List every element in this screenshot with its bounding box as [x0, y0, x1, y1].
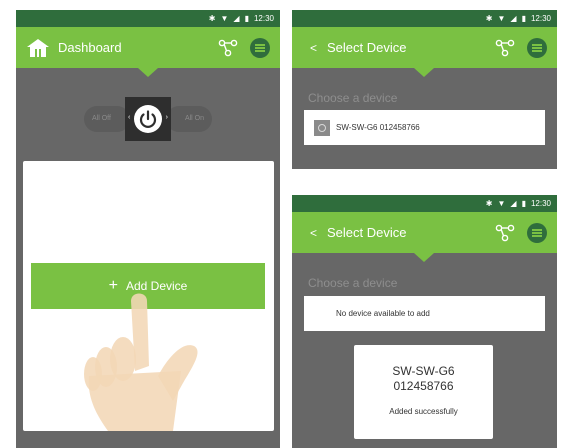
toast-message: Added successfully	[389, 407, 458, 416]
device-name: SW-SW-G6 012458766	[336, 123, 420, 132]
status-time: 12:30	[530, 199, 551, 208]
app-bar: < Select Device	[292, 27, 557, 68]
app-bar-notch	[414, 253, 434, 262]
all-on-label: All On	[184, 115, 204, 122]
device-card: + Add Device	[23, 161, 274, 431]
share-icon[interactable]	[495, 39, 515, 57]
status-bar: ✱ ▼ ◢ ▮ 12:30	[292, 10, 557, 27]
wifi-icon: ▼	[220, 13, 229, 23]
toast-device-line2: 012458766	[393, 379, 454, 393]
status-time: 12:30	[253, 14, 274, 23]
menu-icon[interactable]	[527, 222, 547, 243]
bluetooth-icon: ✱	[485, 198, 493, 208]
menu-icon[interactable]	[527, 37, 547, 58]
power-button[interactable]: ‹ ›	[125, 97, 171, 141]
add-device-button[interactable]: + Add Device	[31, 263, 265, 309]
bluetooth-icon: ✱	[208, 13, 216, 23]
all-off-label: All Off	[92, 115, 111, 122]
no-device-message: No device available to add	[336, 309, 430, 318]
select-device-screen-top: ✱ ▼ ◢ ▮ 12:30 < Select Device Choose a d…	[292, 10, 557, 169]
app-bar: < Select Device	[292, 212, 557, 253]
battery-icon: ▮	[521, 13, 526, 23]
success-toast: SW-SW-G6 012458766 Added successfully	[354, 345, 493, 439]
status-bar: ✱ ▼ ◢ ▮ 12:30	[16, 10, 280, 27]
add-device-label: Add Device	[125, 279, 188, 293]
page-title: Select Device	[327, 40, 407, 55]
wifi-icon: ▼	[497, 198, 506, 208]
device-list-item[interactable]: SW-SW-G6 012458766	[304, 110, 545, 145]
all-off-pill[interactable]: All Off	[84, 106, 130, 132]
choose-device-label: Choose a device	[308, 276, 398, 290]
page-title: Dashboard	[58, 40, 122, 55]
power-icon	[134, 105, 162, 133]
status-bar: ✱ ▼ ◢ ▮ 12:30	[292, 195, 557, 212]
bluetooth-icon: ✱	[485, 13, 493, 23]
signal-icon: ◢	[510, 13, 517, 23]
empty-device-list: No device available to add	[304, 296, 545, 331]
select-device-screen-bottom: ✱ ▼ ◢ ▮ 12:30 < Select Device Choose a d…	[292, 195, 557, 448]
app-bar-notch	[138, 68, 158, 77]
wifi-icon: ▼	[497, 13, 506, 23]
page-title: Select Device	[327, 225, 407, 240]
status-time: 12:30	[530, 14, 551, 23]
plus-icon: +	[108, 277, 118, 294]
choose-device-label: Choose a device	[308, 91, 398, 105]
chevron-right-icon: ›	[165, 114, 168, 121]
share-icon[interactable]	[495, 224, 515, 242]
back-button[interactable]: <	[310, 226, 317, 240]
device-icon	[314, 119, 330, 136]
signal-icon: ◢	[233, 13, 240, 23]
app-bar: Dashboard	[16, 27, 280, 68]
battery-icon: ▮	[521, 198, 526, 208]
share-icon[interactable]	[218, 39, 238, 57]
dashboard-screen: ✱ ▼ ◢ ▮ 12:30 Dashboard All Off All On ‹…	[16, 10, 280, 448]
app-bar-notch	[414, 68, 434, 77]
home-logo-icon	[26, 38, 50, 58]
menu-icon[interactable]	[250, 37, 270, 58]
power-toggle[interactable]: All Off All On ‹ ›	[84, 97, 212, 141]
back-button[interactable]: <	[310, 41, 317, 55]
battery-icon: ▮	[244, 13, 249, 23]
all-on-pill[interactable]: All On	[166, 106, 212, 132]
signal-icon: ◢	[510, 198, 517, 208]
chevron-left-icon: ‹	[128, 114, 131, 121]
toast-device-line1: SW-SW-G6	[392, 364, 455, 378]
